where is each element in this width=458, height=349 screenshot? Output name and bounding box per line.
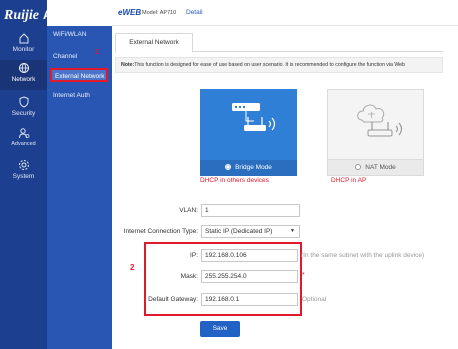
tab-external-network[interactable]: External Network	[115, 33, 193, 53]
bridge-router-icon	[232, 103, 276, 131]
tab-bar: External Network	[115, 33, 443, 53]
ip-label: IP:	[190, 252, 198, 259]
note-prefix: Note:	[121, 62, 135, 68]
subnav-item-channel[interactable]: Channel	[53, 53, 77, 60]
top-bar: eWEB Model: AP710 Detail	[112, 0, 458, 26]
gateway-hint: Optional	[302, 296, 327, 303]
shield-icon	[19, 96, 28, 108]
gateway-input[interactable]: 192.168.0.1	[201, 293, 298, 306]
chevron-down-icon: ▼	[290, 228, 295, 234]
sidebar-item-label: Network	[11, 76, 36, 83]
bridge-mode-description: DHCP in others devices	[200, 177, 269, 184]
subnav-item-external-network[interactable]: External Network	[50, 68, 108, 82]
brand-logo: Ruijie AP	[4, 3, 114, 27]
bridge-mode-footer[interactable]: Bridge Mode	[200, 160, 297, 176]
monitor-icon	[19, 33, 28, 44]
connection-type-select[interactable]: Static IP (Dedicated IP) ▼	[201, 225, 300, 238]
brand-name: Ruijie	[4, 8, 40, 23]
ip-hint: (In the same subnet with the uplink devi…	[301, 252, 425, 259]
sidebar-item-network[interactable]: Network	[0, 60, 47, 90]
sidebar-item-label: Advanced	[11, 141, 36, 147]
vlan-label: VLAN:	[179, 207, 198, 214]
detail-link[interactable]: Detail	[186, 9, 203, 16]
sidebar-item-monitor[interactable]: Monitor	[0, 30, 47, 60]
sidebar-item-system[interactable]: System	[0, 157, 47, 187]
mask-label: Mask:	[180, 273, 198, 280]
nat-mode-label: NAT Mode	[365, 164, 396, 171]
note-bar: Note:This function is designed for ease …	[115, 57, 443, 73]
gear-icon	[18, 160, 29, 170]
nat-router-cloud-icon	[357, 104, 403, 137]
mask-input[interactable]: 255.255.254.0	[201, 270, 298, 283]
subnav-item-wifi-wlan[interactable]: WiFi/WLAN	[53, 31, 87, 38]
sidebar: Ruijie AP Monitor Network Security Advanc…	[0, 0, 60, 349]
nat-mode-radio[interactable]	[355, 164, 362, 170]
sidebar-item-label: System	[12, 173, 35, 180]
eweb-logo: eWEB	[118, 8, 142, 17]
required-mark: *	[302, 272, 305, 279]
nat-mode-description: DHCP in AP	[331, 177, 367, 184]
sidebar-item-label: Security	[11, 110, 36, 117]
note-text: This function is designed for ease of us…	[134, 62, 405, 68]
annotation-marker-2: 2	[130, 263, 135, 272]
bridge-mode-card[interactable]: Bridge Mode	[200, 89, 297, 176]
subnav-item-internet-auth[interactable]: Internet Auth	[53, 92, 90, 99]
bridge-mode-label: Bridge Mode	[235, 164, 272, 171]
annotation-marker-1: 1	[95, 49, 99, 56]
vlan-input[interactable]: 1	[201, 204, 300, 217]
nat-mode-footer[interactable]: NAT Mode	[328, 159, 423, 175]
nat-mode-card[interactable]: NAT Mode	[327, 89, 424, 176]
advanced-icon	[18, 128, 29, 139]
bridge-mode-radio[interactable]	[225, 164, 232, 170]
sidebar-item-label: Monitor	[12, 46, 35, 53]
sidebar-item-security[interactable]: Security	[0, 94, 47, 124]
connection-type-label: Internet Connection Type:	[123, 228, 198, 235]
gateway-label: Default Gateway:	[148, 296, 198, 303]
ip-input[interactable]: 192.168.0.106	[201, 249, 298, 262]
save-button[interactable]: Save	[200, 321, 240, 337]
network-icon	[18, 63, 29, 73]
connection-type-value: Static IP (Dedicated IP)	[205, 228, 273, 235]
brand-product: AP	[43, 8, 60, 22]
sidebar-item-advanced[interactable]: Advanced	[0, 125, 47, 155]
model-text: Model: AP710	[142, 10, 177, 16]
